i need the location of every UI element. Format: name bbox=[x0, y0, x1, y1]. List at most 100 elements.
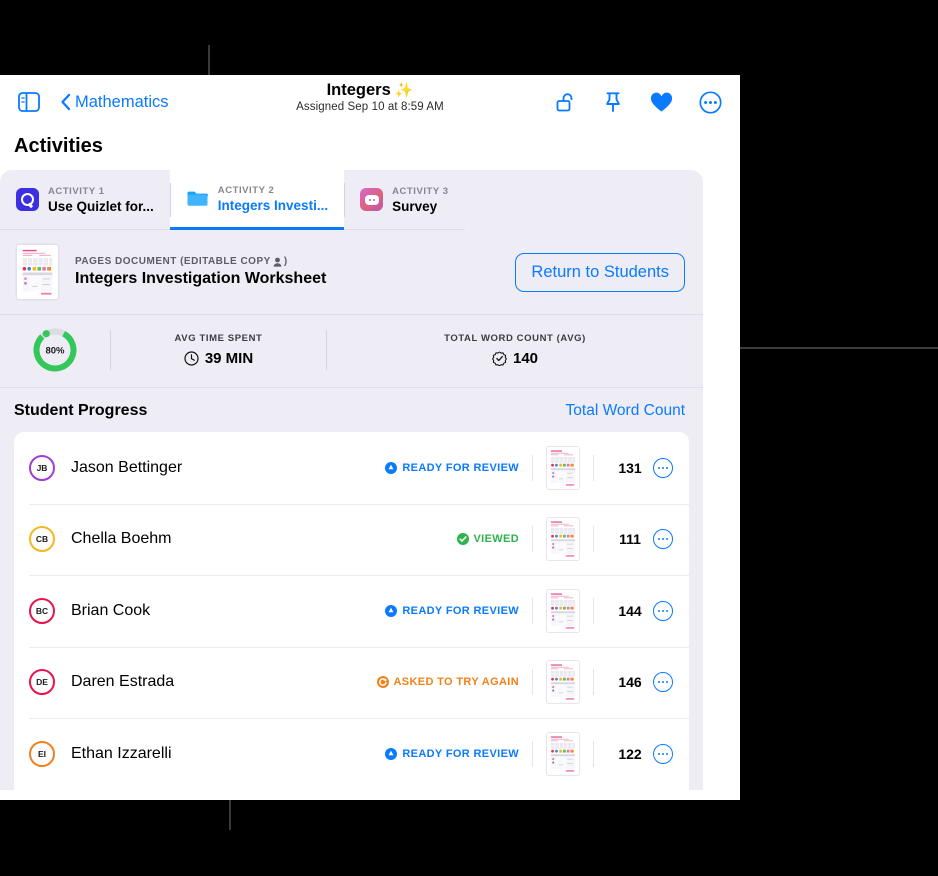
return-to-students-button[interactable]: Return to Students bbox=[515, 252, 685, 292]
avatar: JB bbox=[29, 454, 55, 481]
worksheet-thumbnail[interactable] bbox=[546, 517, 580, 562]
checkmark-seal-icon bbox=[492, 351, 507, 366]
worksheet-thumbnail[interactable] bbox=[546, 660, 580, 705]
status-label: ASKED TO TRY AGAIN bbox=[393, 676, 519, 689]
more-circle-icon[interactable] bbox=[653, 600, 673, 621]
progress-ring-label: 80% bbox=[45, 346, 65, 357]
person-icon bbox=[273, 257, 282, 267]
document-kicker: PAGES DOCUMENT (EDITABLE COPY ) bbox=[75, 256, 326, 267]
page-title: Integers ✨ bbox=[327, 81, 414, 100]
worksheet-thumbnail[interactable] bbox=[546, 731, 580, 776]
screenshot-root: Mathematics Integers ✨ Assigned Sep 10 a… bbox=[0, 0, 938, 876]
avatar: EI bbox=[29, 740, 55, 767]
stats-row: 80% AVG TIME SPENT 39 MIN TOTAL WORD COU… bbox=[0, 315, 703, 388]
activity-tabs: ACTIVITY 1 Use Quizlet for... ACTIVITY 2… bbox=[0, 170, 703, 230]
table-row[interactable]: EI Ethan Izzarelli READY FOR REVIEW 122 bbox=[14, 718, 689, 790]
total-word-count-link[interactable]: Total Word Count bbox=[566, 402, 685, 420]
app-window: Mathematics Integers ✨ Assigned Sep 10 a… bbox=[0, 75, 740, 800]
ready-for-review-icon bbox=[385, 604, 398, 617]
toolbar-actions bbox=[554, 90, 722, 114]
status-badge: READY FOR REVIEW bbox=[385, 461, 519, 474]
row-divider bbox=[532, 526, 533, 553]
status-label: VIEWED bbox=[473, 533, 519, 546]
tab-activity-3[interactable]: ACTIVITY 3 Survey bbox=[344, 170, 465, 230]
more-circle-icon[interactable] bbox=[699, 90, 722, 114]
document-meta: PAGES DOCUMENT (EDITABLE COPY ) Integers… bbox=[75, 256, 326, 288]
document-name: Integers Investigation Worksheet bbox=[75, 270, 327, 287]
status-label: READY FOR REVIEW bbox=[402, 747, 519, 760]
back-label: Mathematics bbox=[75, 92, 169, 111]
table-row[interactable]: CB Chella Boehm VIEWED 111 bbox=[14, 503, 689, 576]
student-name: Ethan Izzarelli bbox=[71, 744, 172, 762]
tab-label: Integers Investi... bbox=[217, 197, 329, 213]
sparkles-icon: ✨ bbox=[394, 82, 414, 99]
word-count: 146 bbox=[618, 674, 642, 691]
stat-label: TOTAL WORD COUNT (AVG) bbox=[444, 333, 586, 344]
avatar-initials: JB bbox=[36, 462, 48, 473]
survey-icon bbox=[360, 188, 384, 211]
stat-value-wrap: 140 bbox=[492, 350, 538, 367]
more-circle-icon[interactable] bbox=[653, 529, 673, 550]
toolbar-left: Mathematics bbox=[18, 92, 169, 112]
more-circle-icon[interactable] bbox=[653, 743, 673, 764]
student-list: JB Jason Bettinger READY FOR REVIEW 131 … bbox=[14, 432, 689, 790]
worksheet-thumbnail[interactable] bbox=[546, 588, 580, 633]
tab-label: Use Quizlet for... bbox=[48, 198, 154, 214]
student-name: Daren Estrada bbox=[71, 673, 175, 691]
avatar: DE bbox=[29, 669, 55, 696]
row-divider bbox=[532, 740, 533, 767]
more-circle-icon[interactable] bbox=[653, 457, 673, 478]
status-badge: VIEWED bbox=[456, 533, 520, 546]
stat-avg-time-spent: AVG TIME SPENT 39 MIN bbox=[111, 333, 326, 367]
worksheet-thumbnail[interactable] bbox=[546, 445, 580, 490]
word-count: 111 bbox=[619, 531, 641, 548]
back-to-mathematics-link[interactable]: Mathematics bbox=[60, 93, 169, 112]
heart-icon[interactable] bbox=[650, 92, 673, 113]
table-row[interactable]: BC Brian Cook READY FOR REVIEW 144 bbox=[14, 575, 689, 647]
table-row[interactable]: JB Jason Bettinger READY FOR REVIEW 131 bbox=[14, 432, 689, 504]
tab-label: Survey bbox=[392, 198, 438, 214]
status-label: READY FOR REVIEW bbox=[402, 604, 519, 617]
row-divider bbox=[532, 669, 533, 696]
title-text: Integers bbox=[326, 81, 391, 99]
student-name: Jason Bettinger bbox=[71, 458, 183, 476]
avatar-initials: BC bbox=[35, 605, 49, 616]
tab-kicker: ACTIVITY 1 bbox=[48, 185, 105, 197]
student-progress-title: Student Progress bbox=[14, 402, 148, 419]
status-badge: READY FOR REVIEW bbox=[385, 747, 519, 760]
sidebar-icon[interactable] bbox=[18, 92, 40, 112]
table-row[interactable]: DE Daren Estrada ASKED TO TRY AGAIN 146 bbox=[14, 646, 689, 719]
status-label: READY FOR REVIEW bbox=[402, 461, 519, 474]
asked-to-try-again-icon bbox=[376, 676, 389, 689]
student-name: Brian Cook bbox=[71, 601, 151, 619]
progress-ring: 80% bbox=[0, 325, 110, 375]
unlock-icon[interactable] bbox=[554, 91, 576, 113]
stat-value: 39 MIN bbox=[204, 350, 254, 367]
document-kicker-text: PAGES DOCUMENT (EDITABLE COPY bbox=[75, 256, 271, 267]
clock-icon bbox=[184, 351, 199, 366]
student-name: Chella Boehm bbox=[71, 530, 172, 548]
more-circle-icon[interactable] bbox=[653, 672, 673, 693]
row-divider bbox=[593, 669, 594, 696]
ready-for-review-icon bbox=[385, 461, 398, 474]
word-count: 122 bbox=[618, 745, 642, 762]
status-badge: READY FOR REVIEW bbox=[385, 604, 519, 617]
activities-heading: Activities bbox=[0, 129, 740, 170]
avatar-initials: EI bbox=[37, 748, 47, 759]
row-divider bbox=[593, 740, 594, 767]
row-divider bbox=[532, 454, 533, 481]
viewed-icon bbox=[456, 533, 469, 546]
word-count: 131 bbox=[618, 459, 642, 476]
toolbar: Mathematics Integers ✨ Assigned Sep 10 a… bbox=[0, 75, 740, 129]
word-count: 144 bbox=[618, 602, 642, 619]
tab-activity-1[interactable]: ACTIVITY 1 Use Quizlet for... bbox=[0, 170, 170, 230]
tab-kicker: ACTIVITY 3 bbox=[392, 185, 449, 197]
chevron-left-icon bbox=[61, 93, 71, 111]
pin-icon[interactable] bbox=[602, 91, 624, 113]
folder-icon bbox=[186, 187, 209, 210]
document-kicker-close: ) bbox=[283, 256, 288, 267]
tab-activity-2[interactable]: ACTIVITY 2 Integers Investi... bbox=[169, 170, 345, 230]
worksheet-thumbnail[interactable] bbox=[16, 244, 59, 300]
ready-for-review-icon bbox=[385, 747, 398, 760]
student-progress-header: Student Progress Total Word Count bbox=[0, 388, 703, 432]
